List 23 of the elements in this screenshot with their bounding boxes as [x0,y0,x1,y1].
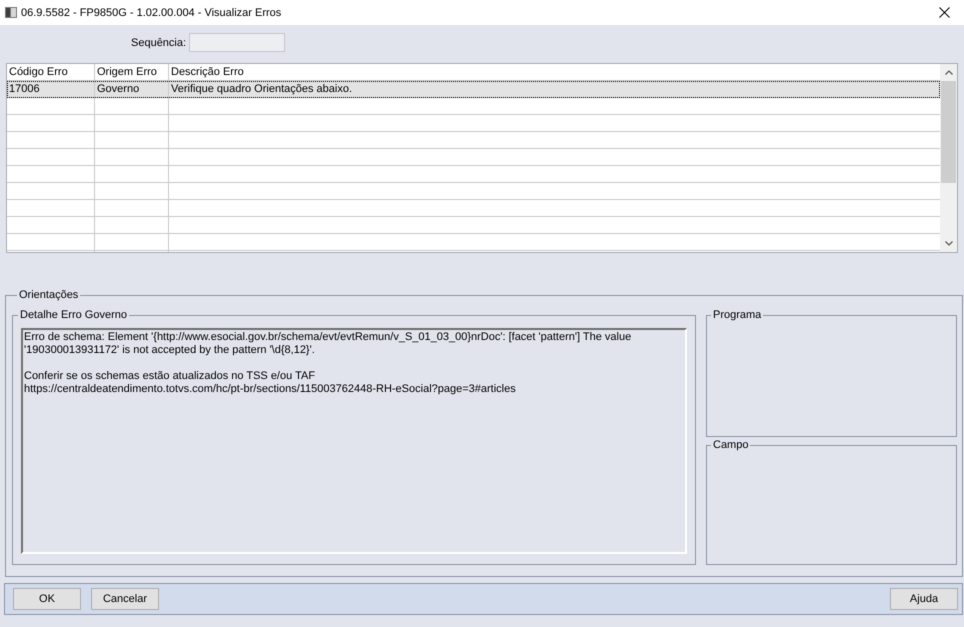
column-header[interactable]: Descrição Erro [171,66,244,78]
group-title: Programa [712,309,762,322]
help-button[interactable]: Ajuda [890,588,958,610]
table-row[interactable]: 17006 Governo Verifique quadro Orientações abaixo. [7,81,940,98]
scrollbar-thumb[interactable] [941,81,956,183]
column-header[interactable]: Código Erro [9,66,68,78]
column-header[interactable]: Origem Erro [97,66,157,78]
table-cell: 17006 [9,83,40,95]
group-title: Orientações [18,289,80,302]
scroll-up-icon[interactable] [944,70,952,75]
sequence-label: Sequência: [131,36,186,48]
close-icon[interactable] [938,7,950,18]
window-title: 06.9.5582 - FP9850G - 1.02.00.004 - Visualizar Erros [21,6,282,18]
table-cell: Verifique quadro Orientações abaixo. [171,83,352,95]
group-title: Campo [712,439,750,452]
app-icon [5,7,17,18]
scrollbar-track[interactable] [940,64,957,252]
scroll-down-icon[interactable] [944,241,952,246]
table-cell: Governo [97,83,140,95]
detail-text-area[interactable]: Erro de schema: Element '{http://www.esocial.gov.br/schema/evt/evtRemun/v_S_01_03_00}nrDoc': [facet 'pattern'] The value '190300013931172' is not accepted by the pattern '\d{8,12}'. Conferir se os schemas estão atualizados no TSS e/ou TAF https://centraldeatendimento.totvs.com/hc/pt-br/sections/115003762448-RH-eSocial?page=3#articles [21,328,687,554]
group-title: Detalhe Erro Governo [19,309,128,322]
ok-button[interactable]: OK [13,588,81,610]
cancel-button[interactable]: Cancelar [91,588,159,610]
